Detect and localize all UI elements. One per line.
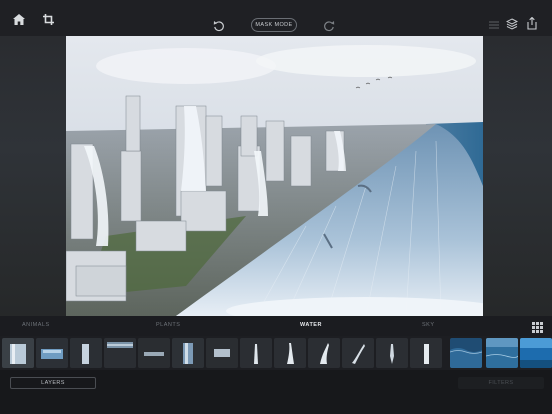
right-blur-panel	[483, 36, 552, 316]
thumbnail-ocean-surface[interactable]	[486, 338, 518, 368]
category-sky[interactable]: SKY	[422, 322, 435, 328]
category-plants[interactable]: PLANTS	[156, 322, 180, 328]
thumbnail-ocean-wave[interactable]	[450, 338, 482, 368]
category-water[interactable]: WATER	[300, 322, 322, 328]
category-animals[interactable]: ANIMALS	[22, 322, 50, 328]
thumbnail-waterfall-narrow[interactable]	[70, 338, 102, 368]
thumbnail-water-fountain[interactable]	[410, 338, 442, 368]
bottom-bar: LAYERS FILTERS	[0, 370, 552, 414]
layers-stack-icon[interactable]	[504, 16, 520, 32]
thumbnail-water-stream[interactable]	[342, 338, 374, 368]
crop-icon[interactable]	[40, 11, 56, 27]
layers-button[interactable]: LAYERS	[10, 377, 96, 389]
photo-canvas[interactable]	[66, 36, 483, 316]
top-toolbar: MASK MODE	[0, 0, 552, 36]
thumbnail-water-drip[interactable]	[376, 338, 408, 368]
left-blur-panel	[0, 36, 66, 316]
thumbnail-water-splash-blue[interactable]	[36, 338, 68, 368]
undo-icon[interactable]	[211, 18, 227, 34]
home-icon[interactable]	[11, 11, 27, 27]
edited-photo	[66, 36, 483, 316]
thumbnail-water-jet-curve[interactable]	[274, 338, 306, 368]
asset-thumbnail-strip	[0, 336, 552, 370]
thumbnail-waterfall-rock[interactable]	[172, 338, 204, 368]
thumbnail-waterfall-wide[interactable]	[2, 338, 34, 368]
thumbnail-water-spray[interactable]	[206, 338, 238, 368]
category-bar: ANIMALS PLANTS WATER SKY	[0, 316, 552, 336]
filters-button[interactable]: FILTERS	[458, 377, 544, 389]
share-icon[interactable]	[524, 15, 540, 31]
sliders-icon[interactable]	[486, 17, 502, 33]
thumbnail-water-surface[interactable]	[104, 338, 136, 368]
redo-icon[interactable]	[321, 18, 337, 34]
mask-mode-button[interactable]: MASK MODE	[251, 18, 297, 32]
grid-icon[interactable]	[532, 320, 543, 333]
thumbnail-underwater-blue[interactable]	[520, 338, 552, 368]
thumbnail-water-splash-tall[interactable]	[308, 338, 340, 368]
thumbnail-water-jet[interactable]	[240, 338, 272, 368]
thumbnail-water-ripple[interactable]	[138, 338, 170, 368]
